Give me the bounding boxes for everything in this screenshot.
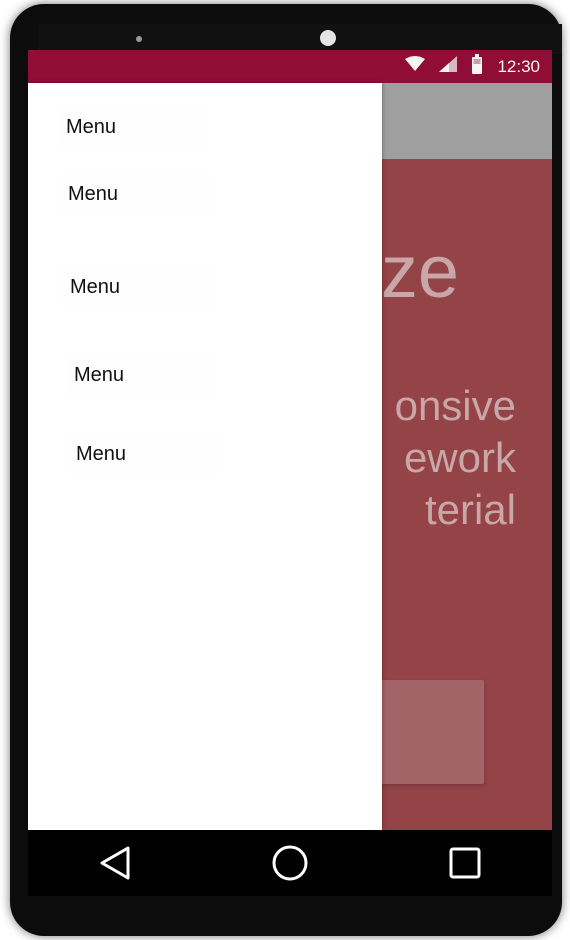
drawer-menu-item-3[interactable]: Menu — [62, 265, 212, 309]
android-nav-bar — [28, 830, 552, 896]
back-icon[interactable] — [89, 837, 141, 889]
drawer-menu-item-4[interactable]: Menu — [66, 353, 216, 397]
status-time: 12:30 — [497, 56, 540, 76]
home-icon[interactable] — [264, 837, 316, 889]
drawer-menu-item-5[interactable]: Menu — [68, 432, 218, 476]
hero-cta-button[interactable] — [378, 680, 484, 784]
front-camera-dot — [320, 30, 336, 46]
status-bar: 12:30 — [28, 50, 552, 83]
nav-drawer: Menu Menu Menu Menu Menu — [28, 83, 382, 830]
wifi-icon — [405, 56, 426, 77]
signal-icon — [439, 56, 458, 77]
app-header-bar — [382, 83, 552, 159]
sensor-dot — [136, 36, 142, 42]
battery-icon — [471, 54, 483, 79]
recents-icon[interactable] — [439, 837, 491, 889]
drawer-menu-item-2[interactable]: Menu — [60, 172, 210, 216]
drawer-menu-item-1[interactable]: Menu — [58, 105, 208, 149]
